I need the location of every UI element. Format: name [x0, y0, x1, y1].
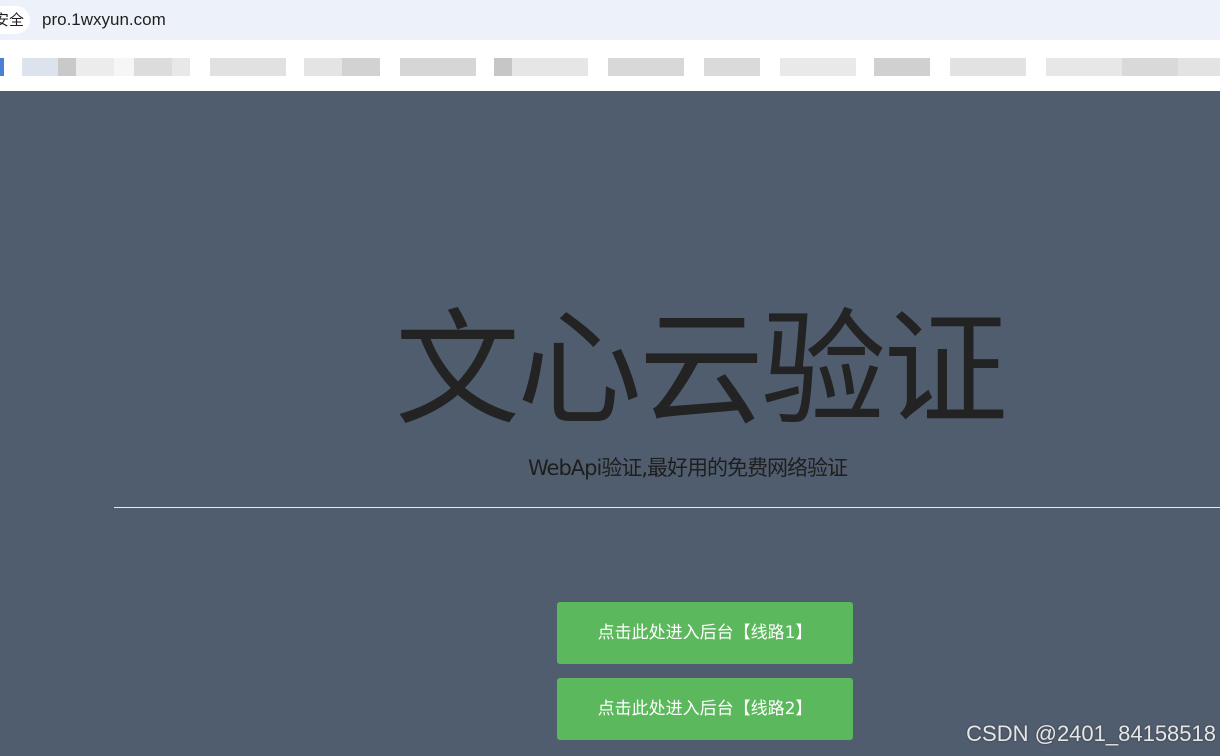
enter-admin-line2-button[interactable]: 点击此处进入后台【线路2】 [557, 678, 853, 740]
csdn-watermark: CSDN @2401_84158518 [966, 721, 1216, 746]
blurred-block [58, 58, 76, 76]
blurred-block [494, 58, 512, 76]
blurred-block [512, 58, 588, 76]
address-bar[interactable]: 安全 pro.1wxyun.com [0, 0, 1220, 40]
blurred-block [210, 58, 286, 76]
blurred-block [874, 58, 930, 76]
url-text[interactable]: pro.1wxyun.com [42, 8, 166, 32]
blurred-block [22, 58, 58, 76]
blurred-block [1178, 58, 1220, 76]
blurred-block [172, 58, 190, 76]
site-security-chip[interactable]: 安全 [0, 6, 30, 34]
hero-title: 文心云验证 [395, 298, 1008, 443]
blurred-block [608, 58, 684, 76]
hero-subtitle: WebApi验证,最好用的免费网络验证 [528, 456, 848, 480]
page-content: 文心云验证 WebApi验证,最好用的免费网络验证 点击此处进入后台【线路1】 … [0, 91, 1220, 756]
enter-admin-line1-button[interactable]: 点击此处进入后台【线路1】 [557, 602, 853, 664]
blurred-block [342, 58, 380, 76]
bookmark-icon [0, 58, 4, 76]
blurred-block [1122, 58, 1178, 76]
blurred-block [304, 58, 342, 76]
blurred-block [134, 58, 172, 76]
blurred-block [1046, 58, 1122, 76]
divider [114, 507, 1220, 508]
blurred-block [950, 58, 1026, 76]
bookmarks-bar-blurred [0, 52, 1220, 82]
blurred-block [780, 58, 856, 76]
blurred-block [400, 58, 476, 76]
blurred-block [76, 58, 114, 76]
browser-chrome: 安全 pro.1wxyun.com [0, 0, 1220, 91]
blurred-block [704, 58, 760, 76]
blurred-block [114, 58, 134, 76]
